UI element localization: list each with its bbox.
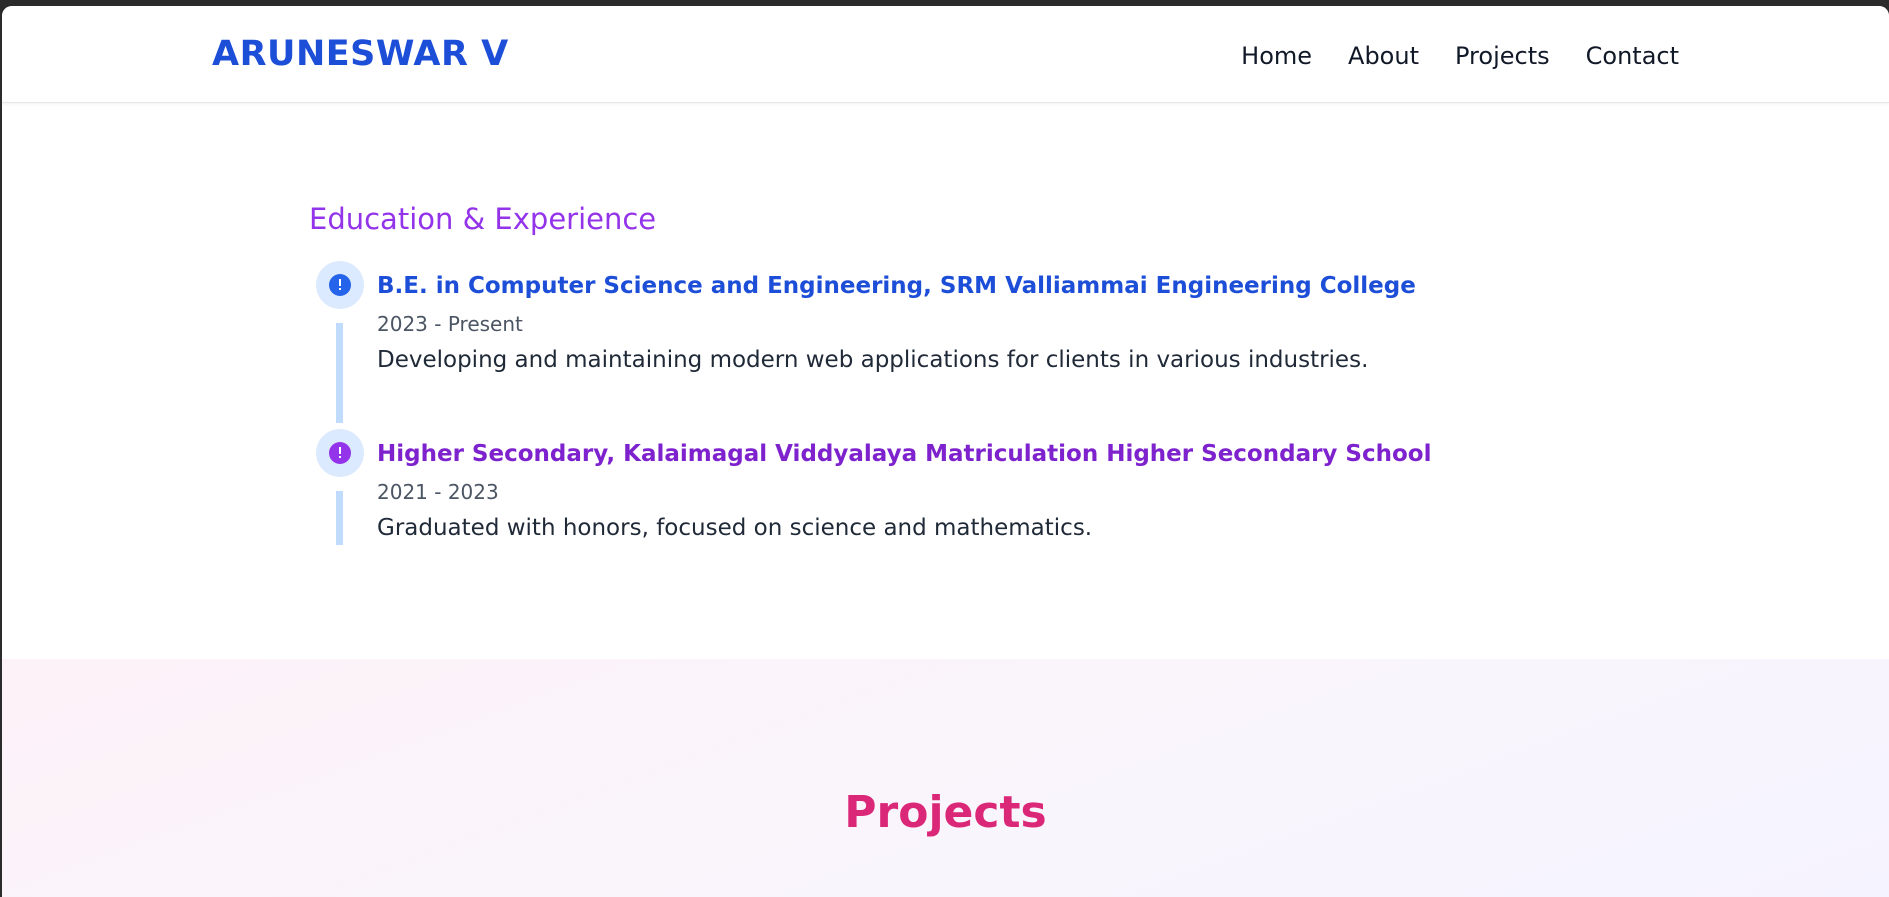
nav-link-contact[interactable]: Contact [1586,42,1679,70]
projects-section: Projects [2,659,1889,897]
projects-section-title: Projects [844,787,1047,838]
timeline-line [336,491,343,545]
timeline-item-date: 2023 - Present [377,312,523,336]
timeline-item-description: Graduated with honors, focused on scienc… [377,515,1093,541]
timeline-line [336,323,343,423]
info-circle-icon [329,442,351,464]
navbar: ARUNESWAR V Home About Projects Contact [2,6,1889,103]
timeline-item-title: B.E. in Computer Science and Engineering… [377,273,1416,299]
nav-link-home[interactable]: Home [1241,42,1312,70]
timeline-item-title: Higher Secondary, Kalaimagal Viddyalaya … [377,441,1432,467]
nav-links: Home About Projects Contact [1241,42,1679,70]
timeline-marker [316,261,364,309]
education-section-title: Education & Experience [309,202,657,236]
timeline-item-description: Developing and maintaining modern web ap… [377,347,1369,373]
nav-link-projects[interactable]: Projects [1455,42,1550,70]
browser-window: ARUNESWAR V Home About Projects Contact … [2,6,1889,897]
brand-logo[interactable]: ARUNESWAR V [212,34,509,74]
nav-link-about[interactable]: About [1348,42,1419,70]
info-circle-icon [329,274,351,296]
timeline-marker [316,429,364,477]
timeline-item-date: 2021 - 2023 [377,480,499,504]
